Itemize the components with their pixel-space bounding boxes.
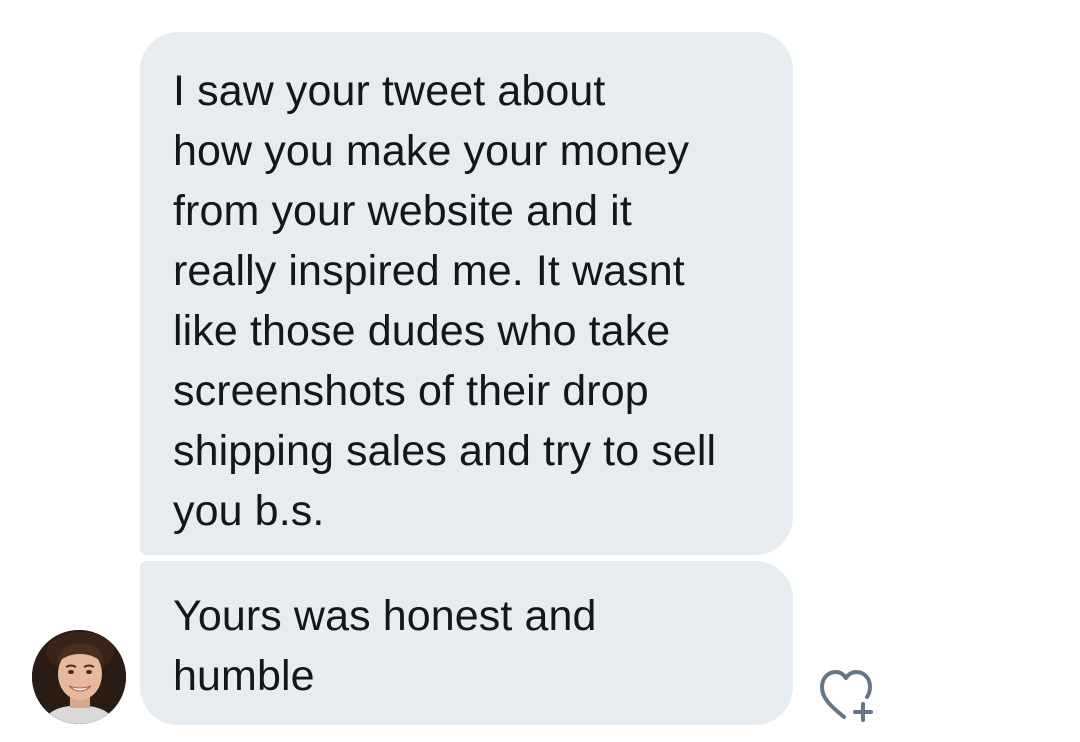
like-button[interactable] xyxy=(816,665,882,723)
avatar-image xyxy=(32,630,126,724)
avatar[interactable] xyxy=(32,630,126,724)
message-text: Yours was honest and humble xyxy=(173,592,597,700)
message-text: I saw your tweet about how you make your… xyxy=(173,67,717,535)
heart-plus-icon xyxy=(820,670,873,722)
message-thread: I saw your tweet about how you make your… xyxy=(0,0,1080,742)
message-bubble[interactable]: I saw your tweet about how you make your… xyxy=(140,32,793,555)
message-bubble[interactable]: Yours was honest and humble xyxy=(140,561,793,725)
